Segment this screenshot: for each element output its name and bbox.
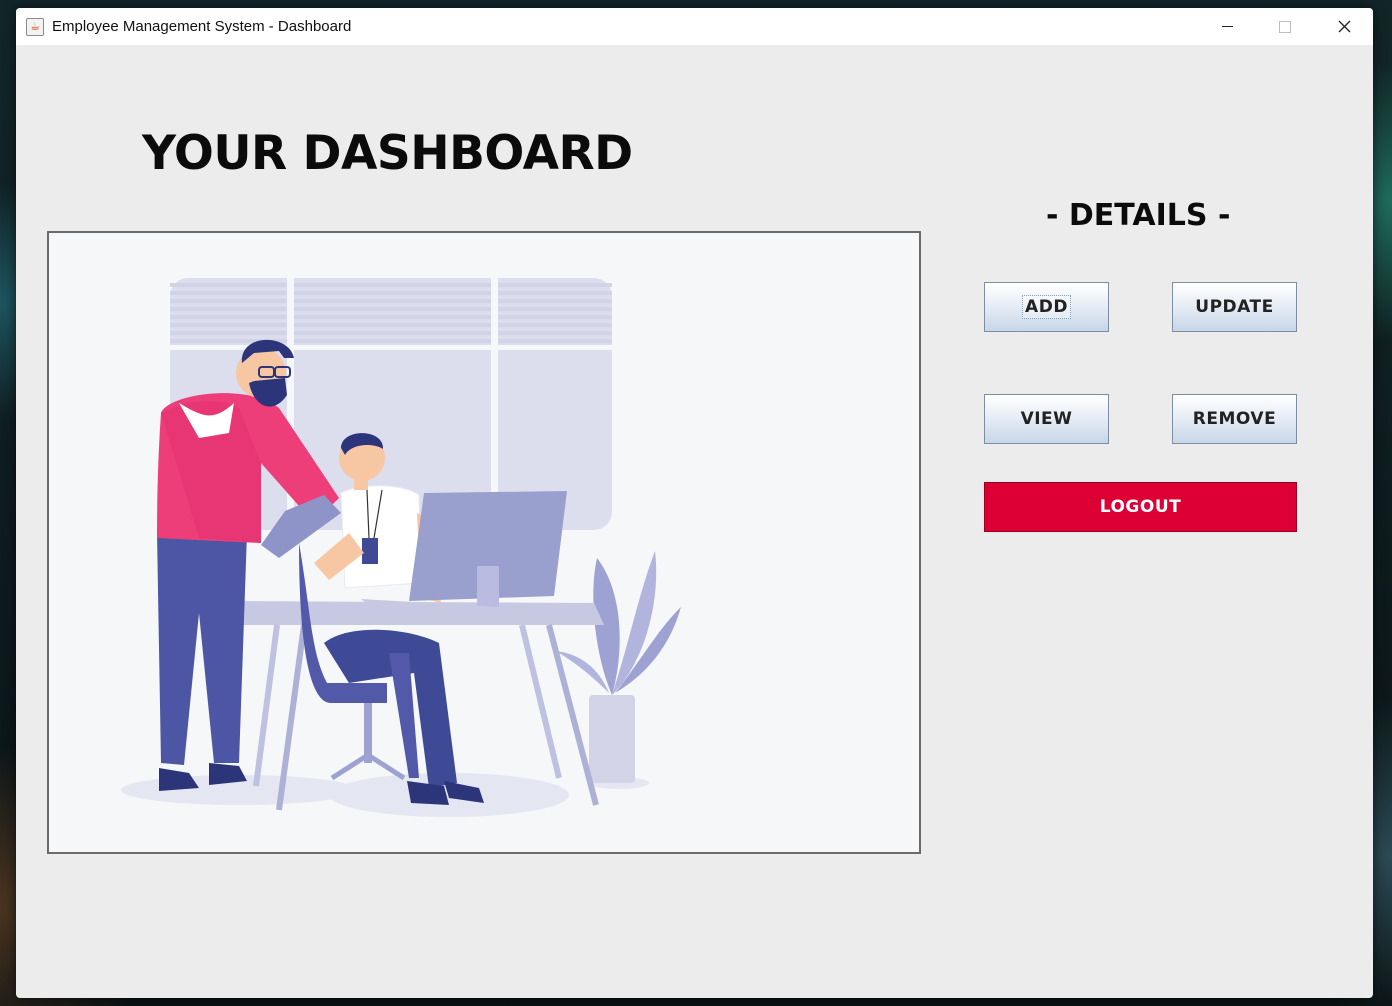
page-title: YOUR DASHBOARD <box>142 126 633 181</box>
update-button[interactable]: UPDATE <box>1172 282 1297 332</box>
add-button-label: ADD <box>1022 295 1071 319</box>
close-button[interactable] <box>1315 8 1373 45</box>
remove-button[interactable]: REMOVE <box>1172 394 1297 444</box>
details-title: - DETAILS - <box>1046 198 1231 233</box>
window-title: Employee Management System - Dashboard <box>52 18 352 35</box>
java-app-icon: ☕ <box>26 17 44 36</box>
maximize-icon <box>1279 20 1291 33</box>
add-button[interactable]: ADD <box>984 282 1109 332</box>
app-window: ☕ Employee Management System - Dashboard… <box>16 8 1373 998</box>
title-bar[interactable]: ☕ Employee Management System - Dashboard <box>16 8 1373 45</box>
maximize-button[interactable] <box>1256 8 1314 45</box>
dashboard-illustration <box>47 231 921 854</box>
minimize-button[interactable] <box>1198 8 1256 45</box>
office-workers-illustration <box>121 278 681 817</box>
minimize-icon <box>1221 26 1233 27</box>
logout-button[interactable]: LOGOUT <box>984 482 1297 532</box>
close-icon <box>1338 20 1350 33</box>
view-button[interactable]: VIEW <box>984 394 1109 444</box>
